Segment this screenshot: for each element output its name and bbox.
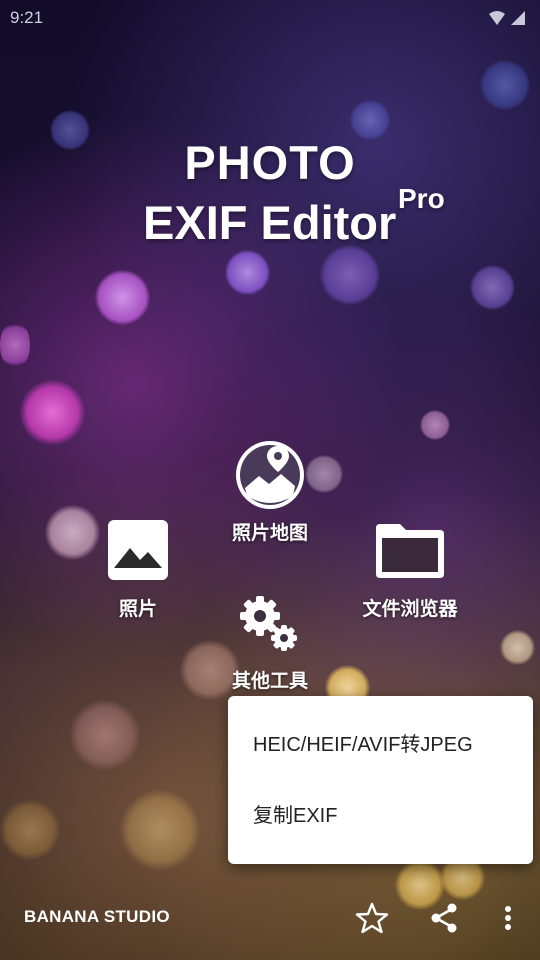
bokeh-light — [0, 320, 30, 370]
gears-icon — [240, 596, 297, 651]
photos-button[interactable]: 照片 — [93, 518, 183, 621]
signal-icon — [511, 11, 525, 25]
wifi-icon — [489, 11, 505, 25]
more-vert-icon[interactable] — [490, 900, 526, 936]
bokeh-light — [95, 270, 150, 325]
file-browser-button[interactable]: 文件浏览器 — [350, 520, 470, 621]
folder-icon — [376, 524, 444, 578]
status-icons — [488, 9, 526, 27]
other-tools-button[interactable]: 其他工具 — [220, 592, 320, 693]
photo-map-label: 照片地图 — [231, 522, 308, 544]
bokeh-light — [470, 265, 515, 310]
bokeh-light — [120, 790, 200, 870]
bokeh-light — [420, 410, 450, 440]
bokeh-light — [45, 505, 100, 560]
title-line2: EXIF Editor — [143, 196, 397, 249]
brand-label: BANANA STUDIO — [24, 907, 170, 926]
photo-map-button[interactable]: 照片地图 — [215, 438, 325, 545]
title-pro-badge: Pro — [398, 183, 445, 214]
map-pin-icon — [236, 441, 304, 509]
other-tools-label: 其他工具 — [231, 670, 308, 692]
file-browser-label: 文件浏览器 — [362, 598, 458, 620]
bokeh-light — [350, 100, 390, 140]
bokeh-light — [480, 60, 530, 110]
title-line1: PHOTO — [184, 136, 356, 189]
bokeh-light — [70, 700, 140, 770]
bokeh-light — [0, 800, 60, 860]
photos-label: 照片 — [118, 598, 157, 620]
popup-item-copy-exif[interactable]: 复制EXIF — [228, 784, 533, 848]
bokeh-light — [20, 380, 85, 445]
status-bar: 9:21 — [0, 0, 540, 36]
image-icon — [108, 520, 168, 580]
star-icon[interactable] — [354, 900, 390, 936]
tools-popup-menu: HEIC/HEIF/AVIF转JPEG 复制EXIF — [228, 696, 533, 864]
share-icon[interactable] — [426, 900, 462, 936]
bokeh-light — [225, 250, 270, 295]
popup-item-heic-to-jpeg[interactable]: HEIC/HEIF/AVIF转JPEG — [228, 713, 533, 777]
status-time: 9:21 — [10, 8, 44, 27]
bokeh-light — [320, 245, 380, 305]
bokeh-light — [500, 630, 535, 665]
